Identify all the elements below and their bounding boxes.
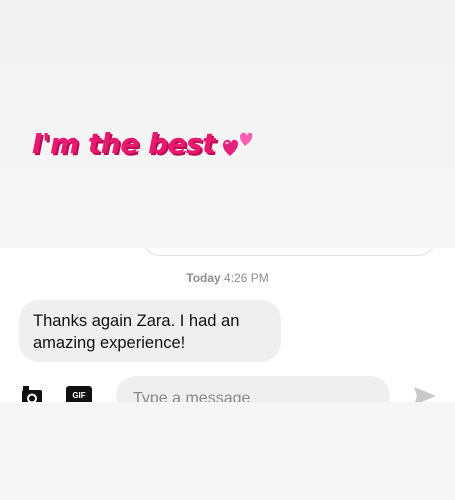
story-preview: I'm the best — [0, 0, 455, 248]
message-composer: GIF — [0, 376, 455, 402]
timestamp-day: Today — [186, 271, 221, 285]
two-hearts-icon — [221, 128, 253, 163]
message-input[interactable] — [116, 376, 390, 402]
timestamp-time: 4:26 PM — [224, 271, 269, 285]
story-sticker: I'm the best — [32, 124, 253, 163]
bottom-area — [0, 402, 455, 500]
send-icon[interactable] — [413, 386, 437, 402]
message-bubble[interactable]: Thanks again Zara. I had an amazing expe… — [19, 300, 281, 362]
gif-button[interactable]: GIF — [66, 386, 92, 402]
sticker-text: I'm the best — [32, 127, 216, 160]
message-thread: Today 4:26 PM Thanks again Zara. I had a… — [0, 248, 455, 402]
message-timestamp: Today 4:26 PM — [0, 271, 455, 285]
previous-message-bubble — [142, 248, 436, 256]
camera-icon[interactable] — [20, 386, 44, 402]
